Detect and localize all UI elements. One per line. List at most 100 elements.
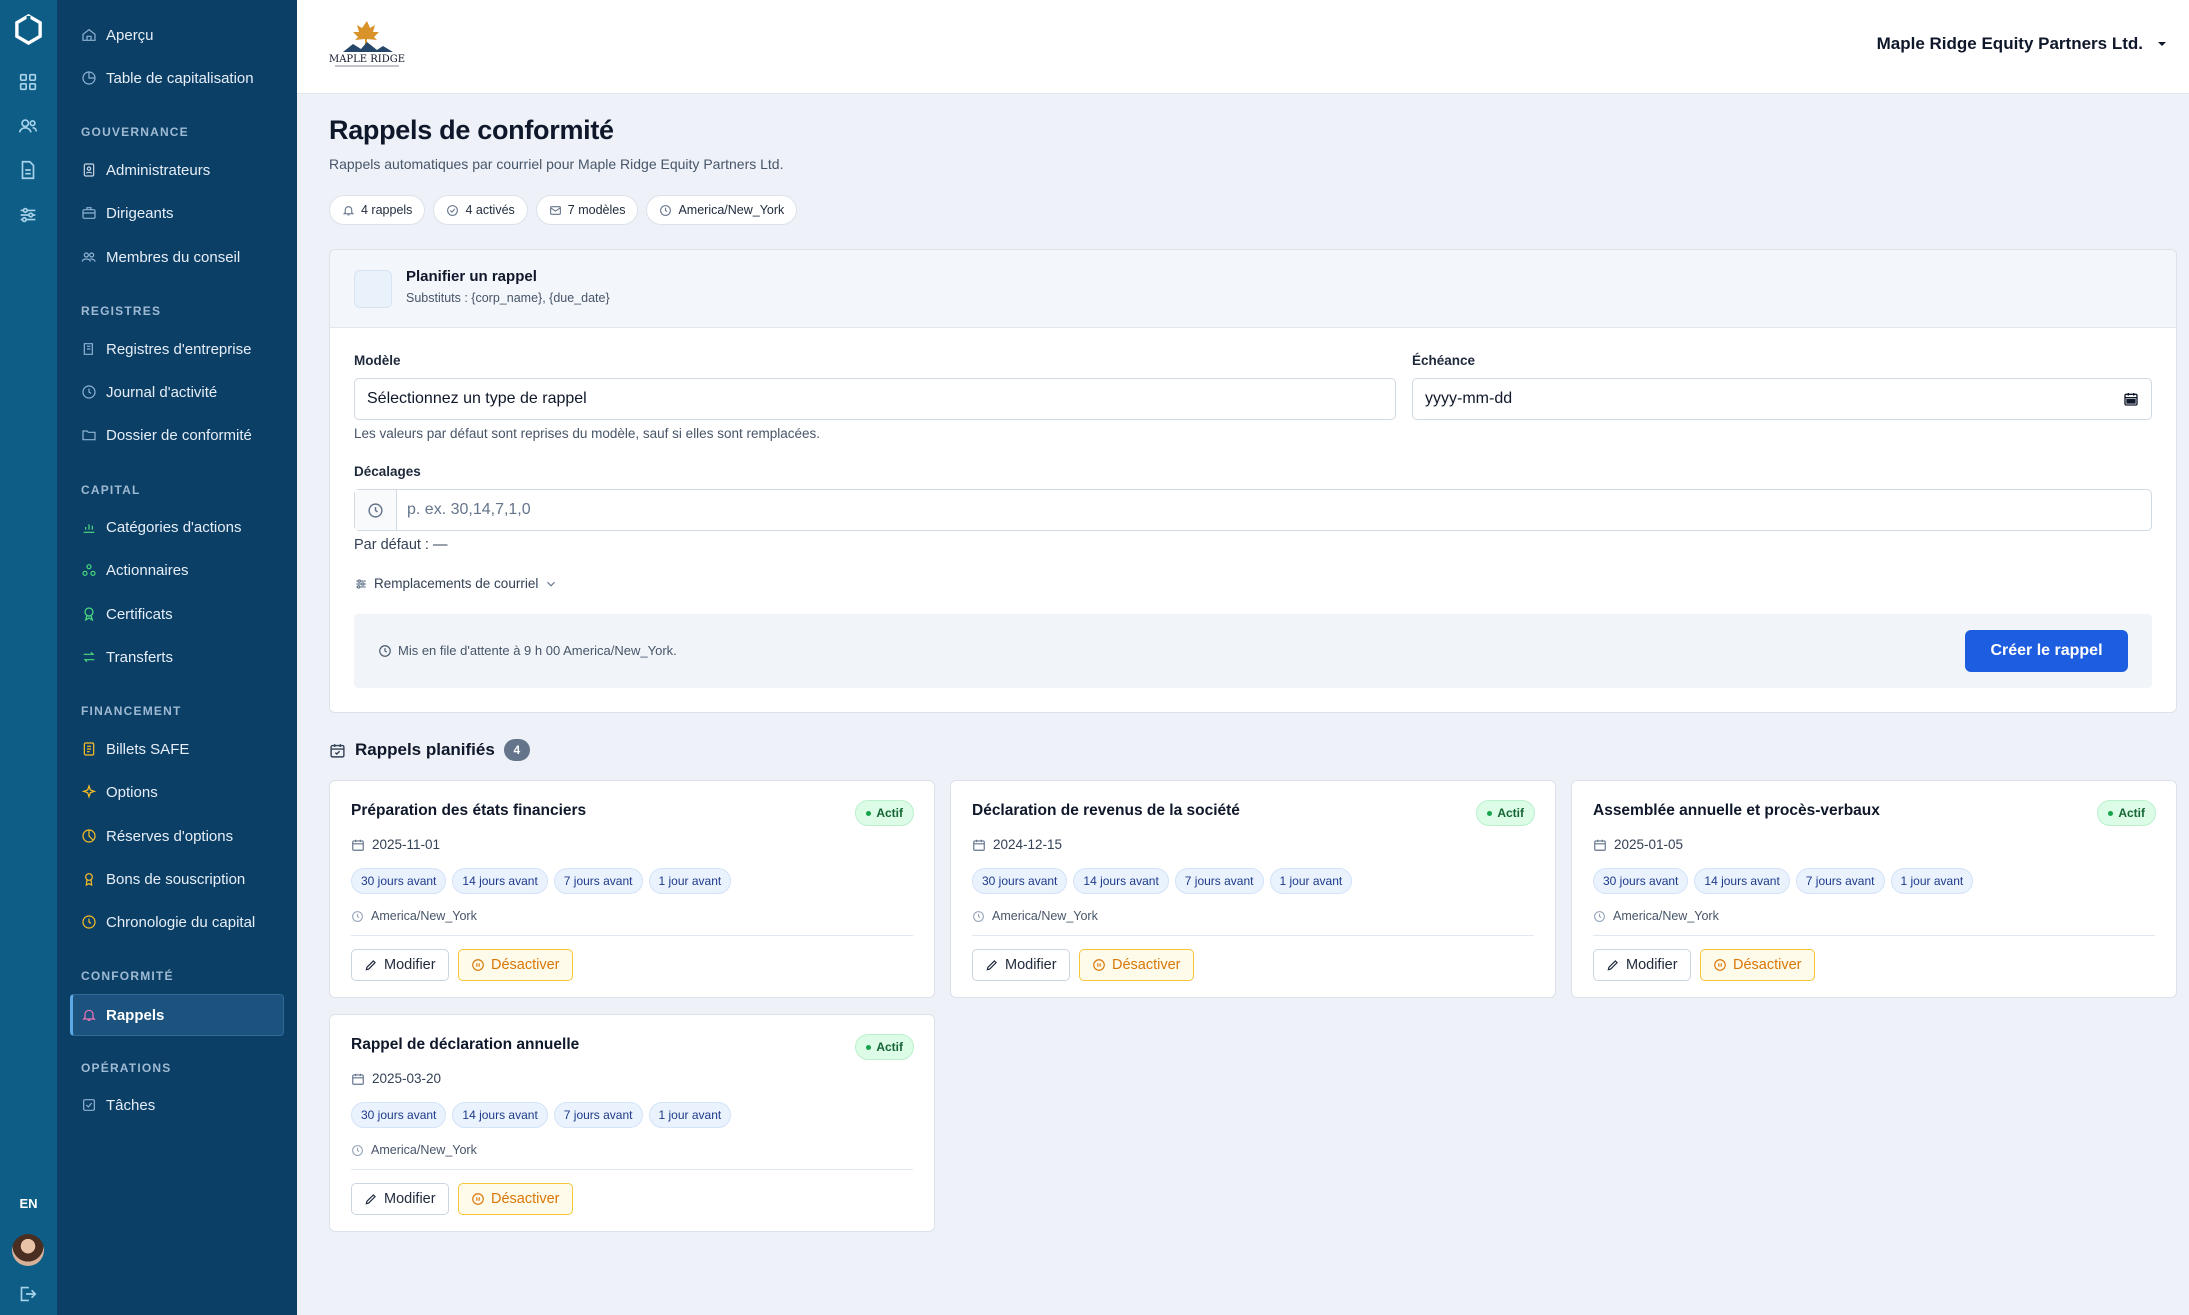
reminder-offsets: 30 jours avant 14 jours avant 7 jours avan… (1593, 868, 1974, 894)
history-icon (82, 915, 96, 929)
reminder-timezone: America/New_York (351, 909, 477, 923)
scheduled-section-title: Rappels planifiés 4 (329, 739, 530, 761)
nav-item-registres-entreprise[interactable]: Registres d'entreprise (81, 334, 251, 364)
calendar-icon[interactable] (2123, 391, 2139, 407)
modify-button[interactable]: Modifier (351, 949, 449, 981)
offset-chip: 30 jours avant (351, 1102, 447, 1128)
deactivate-button[interactable]: Désactiver (458, 949, 573, 981)
nav-item-administrateurs[interactable]: Administrateurs (81, 155, 210, 185)
planner-header: Planifier un rappel Substituts : {corp_n… (330, 250, 2176, 328)
sparkle-icon (81, 784, 97, 799)
offset-chip: 14 jours avant (452, 1102, 548, 1128)
nav-item-categories-actions[interactable]: Catégories d'actions (81, 512, 241, 542)
language-toggle[interactable]: EN (0, 1196, 57, 1211)
nav-item-membres-conseil[interactable]: Membres du conseil (81, 242, 240, 272)
nav-item-actionnaires[interactable]: Actionnaires (81, 555, 189, 585)
user-avatar[interactable] (12, 1234, 44, 1266)
offset-chip: 7 jours avant (1795, 868, 1885, 894)
pause-circle-icon (472, 1193, 484, 1205)
sliders-icon (356, 578, 366, 589)
nav-item-dossier-conformite[interactable]: Dossier de conformité (81, 420, 252, 450)
divider (351, 935, 913, 936)
modify-button[interactable]: Modifier (351, 1183, 449, 1215)
reminder-title: Préparation des états financiers (351, 802, 587, 819)
checkbox-icon (83, 1099, 95, 1111)
bell-icon (82, 1009, 96, 1021)
email-overrides-toggle[interactable]: Remplacements de courriel (354, 576, 558, 591)
nav-item-chronologie-capital[interactable]: Chronologie du capital (81, 907, 255, 937)
deactivate-button[interactable]: Désactiver (458, 1183, 573, 1215)
pie-icon (82, 829, 96, 843)
due-date-input[interactable]: yyyy-mm-dd (1412, 378, 2152, 420)
nav-item-transferts[interactable]: Transferts (81, 642, 173, 672)
chip-templates: 7 modèles (535, 195, 639, 225)
offsets-label: Décalages (354, 464, 421, 479)
template-select[interactable]: Sélectionnez un type de rappel (354, 378, 1396, 420)
clock-icon (352, 1144, 363, 1156)
note-icon (83, 742, 95, 756)
modify-button[interactable]: Modifier (1593, 949, 1691, 981)
planner-title: Planifier un rappel (406, 268, 537, 285)
nav-item-label: Catégories d'actions (106, 518, 242, 536)
create-reminder-button[interactable]: Créer le rappel (1965, 630, 2128, 672)
nav-item-cap-table[interactable]: Table de capitalisation (81, 63, 254, 93)
status-badge: Actif (2097, 800, 2156, 826)
grid-icon[interactable] (17, 71, 39, 93)
nav-item-bons-souscription[interactable]: Bons de souscription (81, 864, 245, 894)
reminder-due-date: 2025-11-01 (351, 837, 440, 852)
pencil-icon (1607, 960, 1618, 971)
company-name: Maple Ridge Equity Partners Ltd. (1876, 34, 2143, 53)
nav-section-conformite: CONFORMITÉ (81, 969, 174, 983)
offset-chip: 30 jours avant (351, 868, 447, 894)
offset-chip: 1 jour avant (1890, 868, 1974, 894)
nav-item-options[interactable]: Options (81, 777, 158, 807)
brand-name: MAPLE RIDGE (329, 54, 405, 65)
nav-item-apercu[interactable]: Aperçu (81, 20, 154, 50)
reminder-offsets: 30 jours avant 14 jours avant 7 jours avan… (351, 868, 732, 894)
nav-item-label: Options (106, 783, 158, 801)
sliders-icon[interactable] (17, 204, 39, 226)
brand-logo[interactable]: MAPLE RIDGE (321, 18, 413, 72)
scheduled-count-badge: 4 (503, 739, 530, 761)
caret-down-icon (2158, 42, 2166, 46)
offset-chip: 7 jours avant (553, 868, 643, 894)
pie-chart-icon (82, 71, 96, 85)
nav-item-certificats[interactable]: Certificats (81, 599, 173, 629)
nav-item-dirigeants[interactable]: Dirigeants (81, 198, 174, 228)
deactivate-button[interactable]: Désactiver (1700, 949, 1815, 981)
offsets-default: Par défaut : — (354, 537, 448, 553)
briefcase-icon (82, 207, 96, 219)
nav-item-rappels[interactable]: Rappels (81, 1000, 164, 1030)
clock-icon (660, 204, 672, 216)
award-icon (84, 607, 94, 622)
offsets-input[interactable] (407, 498, 2107, 522)
nav-item-label: Table de capitalisation (106, 69, 254, 87)
clock-icon (379, 644, 391, 657)
template-label: Modèle (354, 353, 401, 368)
document-icon[interactable] (17, 159, 39, 181)
badge-icon (83, 163, 95, 177)
nav-item-journal-activite[interactable]: Journal d'activité (81, 377, 217, 407)
chip-reminders: 4 rappels (329, 195, 426, 225)
reminder-card: Rappel de déclaration annuelle Actif 202… (329, 1014, 935, 1232)
modify-button[interactable]: Modifier (972, 949, 1070, 981)
nav-item-reserves-options[interactable]: Réserves d'options (81, 821, 233, 851)
app-logo-icon[interactable] (13, 14, 44, 45)
deactivate-button[interactable]: Désactiver (1079, 949, 1194, 981)
nav-item-label: Bons de souscription (106, 870, 246, 888)
reminder-offsets: 30 jours avant 14 jours avant 7 jours avan… (972, 868, 1353, 894)
divider (1593, 935, 2155, 936)
nav-item-taches[interactable]: Tâches (81, 1090, 155, 1120)
offset-chip: 1 jour avant (648, 1102, 732, 1128)
top-bar: MAPLE RIDGE Maple Ridge Equity Partners … (297, 0, 2189, 94)
pause-circle-icon (1093, 959, 1105, 971)
logout-icon[interactable] (16, 1283, 38, 1305)
users-icon[interactable] (17, 115, 39, 137)
reminder-due-date: 2024-12-15 (972, 837, 1062, 852)
bar-chart-icon (83, 524, 95, 533)
nav-item-billets-safe[interactable]: Billets SAFE (81, 734, 189, 764)
status-badge: Actif (855, 800, 914, 826)
offset-chip: 30 jours avant (1593, 868, 1689, 894)
calendar-icon (1594, 839, 1606, 851)
company-selector[interactable]: Maple Ridge Equity Partners Ltd. (1877, 34, 2167, 54)
